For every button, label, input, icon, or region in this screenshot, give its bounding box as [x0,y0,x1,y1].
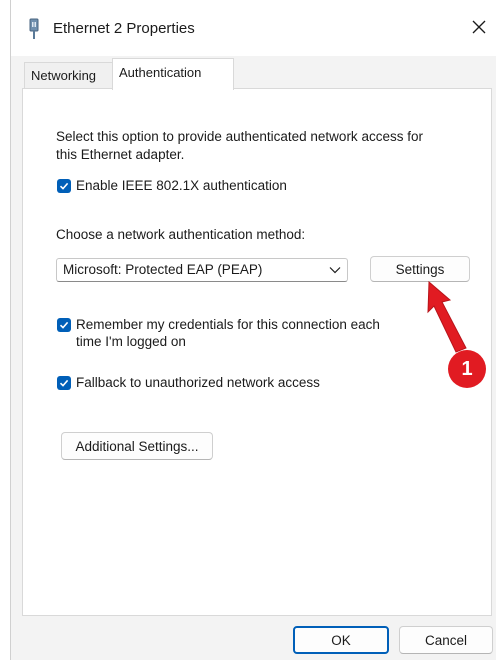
cancel-button[interactable]: Cancel [399,626,493,654]
remember-credentials-checkbox[interactable] [57,318,71,332]
properties-dialog: Ethernet 2 Properties Networking Authent… [0,0,496,660]
checkmark-icon [59,379,69,387]
checkmark-icon [59,321,69,329]
settings-button[interactable]: Settings [370,256,470,282]
enable-8021x-label: Enable IEEE 802.1X authentication [76,178,287,193]
remember-label-line-1: Remember my credentials for this connect… [76,317,380,332]
close-icon [472,20,486,34]
title-bar: Ethernet 2 Properties [11,0,496,56]
window-title: Ethernet 2 Properties [53,20,195,37]
fallback-label: Fallback to unauthorized network access [76,375,320,390]
background-window-edge [0,0,11,660]
auth-method-value: Microsoft: Protected EAP (PEAP) [63,262,263,277]
method-label: Choose a network authentication method: [56,227,306,242]
additional-settings-button[interactable]: Additional Settings... [61,432,213,460]
description-line-2: this Ethernet adapter. [56,147,185,162]
ok-button[interactable]: OK [293,626,389,654]
tab-networking[interactable]: Networking [24,62,122,89]
checkmark-icon [59,182,69,190]
fallback-checkbox[interactable] [57,376,71,390]
close-button[interactable] [462,10,496,44]
enable-8021x-checkbox[interactable] [57,179,71,193]
description-line-1: Select this option to provide authentica… [56,129,423,144]
remember-label-line-2: time I'm logged on [76,334,186,349]
tab-authentication[interactable]: Authentication [112,58,234,90]
network-adapter-icon [29,18,39,39]
auth-method-select[interactable]: Microsoft: Protected EAP (PEAP) [56,258,348,282]
chevron-down-icon [329,267,341,274]
authentication-panel [22,88,492,616]
annotation-badge: 1 [448,350,486,388]
